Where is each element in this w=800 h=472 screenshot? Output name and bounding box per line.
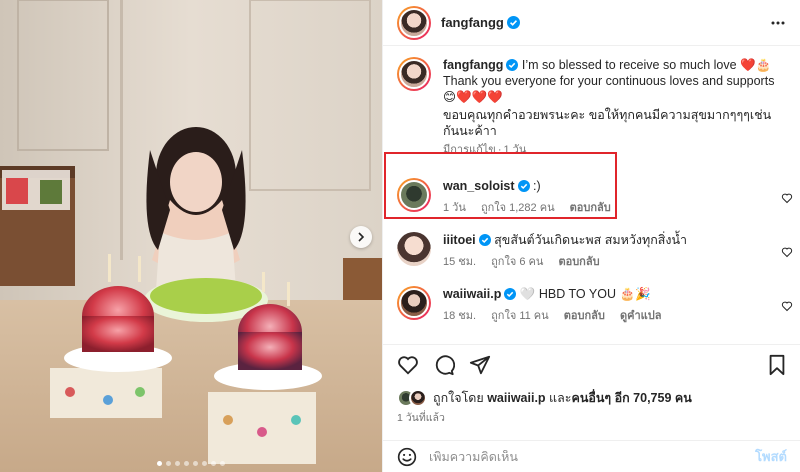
share-icon[interactable] <box>469 354 491 376</box>
avatar[interactable] <box>409 389 427 407</box>
photo-scene <box>0 0 382 472</box>
comment-meta: 15 ชม. ถูกใจ 6 คน ตอบกลับ <box>443 254 761 270</box>
author-username[interactable]: fangfangg <box>441 15 504 30</box>
comment-icon[interactable] <box>433 354 455 376</box>
verified-icon <box>517 180 530 192</box>
liked-by-prefix: ถูกใจโดย <box>433 391 488 405</box>
post-header: fangfangg <box>383 0 800 46</box>
heart-icon[interactable] <box>781 246 793 258</box>
comment-likes[interactable]: ถูกใจ 1,282 คน <box>481 202 555 214</box>
comment-text-thai: ขอบคุณทุกคำอวยพรนะคะ ขอให้ทุกคนมีความสุข… <box>443 108 772 138</box>
post-comment-button[interactable]: โพสต์ <box>755 446 787 467</box>
comment-time[interactable]: 18 ชม. <box>443 310 476 322</box>
comment-time[interactable]: 1 วัน <box>443 202 466 214</box>
heart-icon[interactable] <box>781 192 793 204</box>
avatar[interactable] <box>397 286 431 320</box>
avatar[interactable] <box>397 178 431 212</box>
liked-by-others[interactable]: คนอื่นๆ อีก 70,759 คน <box>571 391 691 405</box>
comment-text: สุขสันต์วันเกิดนะพส สมหวังทุกสิ่งน้ำ <box>494 233 688 247</box>
comment-item: iiitoei สุขสันต์วันเกิดนะพส สมหวังทุกสิ่… <box>383 232 800 270</box>
emoji-icon[interactable] <box>397 447 417 467</box>
comment-username[interactable]: wan_soloist <box>443 179 515 193</box>
comment-likes[interactable]: ถูกใจ 6 คน <box>491 256 543 268</box>
action-bar <box>383 344 800 384</box>
comment-text: 🤍 HBD TO YOU 🎂🎉 <box>519 287 651 301</box>
edited-label: มีการแก้ไข <box>443 144 496 156</box>
carousel-dot <box>166 461 171 466</box>
comment-likes[interactable]: ถูกใจ 11 คน <box>491 310 549 322</box>
post-photo[interactable] <box>0 0 382 472</box>
avatar[interactable] <box>397 57 431 91</box>
chevron-right-icon <box>358 232 365 242</box>
comment-time[interactable]: 1 วัน <box>503 144 526 156</box>
next-image-button[interactable] <box>350 226 372 248</box>
reply-button[interactable]: ตอบกลับ <box>570 202 611 214</box>
carousel-indicator <box>0 461 382 466</box>
comment-item: wan_soloist :) 1 วัน ถูกใจ 1,282 คน ตอบก… <box>383 178 800 216</box>
comment-meta: 1 วัน ถูกใจ 1,282 คน ตอบกลับ <box>443 200 761 216</box>
avatar[interactable] <box>397 232 431 266</box>
carousel-dot <box>220 461 225 466</box>
comment-item: waiiwaii.p 🤍 HBD TO YOU 🎂🎉 18 ชม. ถูกใจ … <box>383 286 800 324</box>
post-timestamp[interactable]: 1 วันที่แล้ว <box>397 409 445 426</box>
liked-by-middle: และ <box>545 391 572 405</box>
comment-text: :) <box>533 179 541 193</box>
caption: fangfangg I’m so blessed to receive so m… <box>383 57 800 158</box>
heart-icon[interactable] <box>397 354 419 376</box>
post-dialog: fangfangg fangfangg I’m so blessed to re… <box>0 0 800 472</box>
comment-meta: 18 ชม. ถูกใจ 11 คน ตอบกลับ ดูคำแปล <box>443 308 761 324</box>
bookmark-icon[interactable] <box>767 354 787 376</box>
add-comment-bar: โพสต์ <box>383 440 800 472</box>
carousel-dot <box>184 461 189 466</box>
carousel-dot <box>202 461 207 466</box>
see-translation-button[interactable]: ดูคำแปล <box>620 310 662 322</box>
comment-meta: มีการแก้ไข · 1 วัน <box>443 144 527 156</box>
reply-button[interactable]: ตอบกลับ <box>558 256 599 268</box>
verified-icon <box>478 234 491 246</box>
carousel-dot <box>193 461 198 466</box>
more-options-icon[interactable] <box>770 15 786 31</box>
comment-username[interactable]: fangfangg <box>443 58 503 72</box>
carousel-dot <box>211 461 216 466</box>
comment-username[interactable]: waiiwaii.p <box>443 287 501 301</box>
carousel-dot <box>157 461 162 466</box>
liked-by-user[interactable]: waiiwaii.p <box>487 391 545 405</box>
likes-summary: ถูกใจโดย waiiwaii.p และคนอื่นๆ อีก 70,75… <box>397 388 692 408</box>
reply-button[interactable]: ตอบกลับ <box>564 310 605 322</box>
comments-list[interactable]: fangfangg I’m so blessed to receive so m… <box>383 47 800 337</box>
post-side-panel: fangfangg fangfangg I’m so blessed to re… <box>382 0 800 472</box>
carousel-dot <box>175 461 180 466</box>
comment-input[interactable] <box>429 449 756 464</box>
verified-icon <box>506 59 519 71</box>
avatar[interactable] <box>397 5 431 40</box>
comment-time[interactable]: 15 ชม. <box>443 256 476 268</box>
verified-icon <box>506 16 520 29</box>
heart-icon[interactable] <box>781 300 793 312</box>
comment-username[interactable]: iiitoei <box>443 233 476 247</box>
verified-icon <box>504 288 517 300</box>
